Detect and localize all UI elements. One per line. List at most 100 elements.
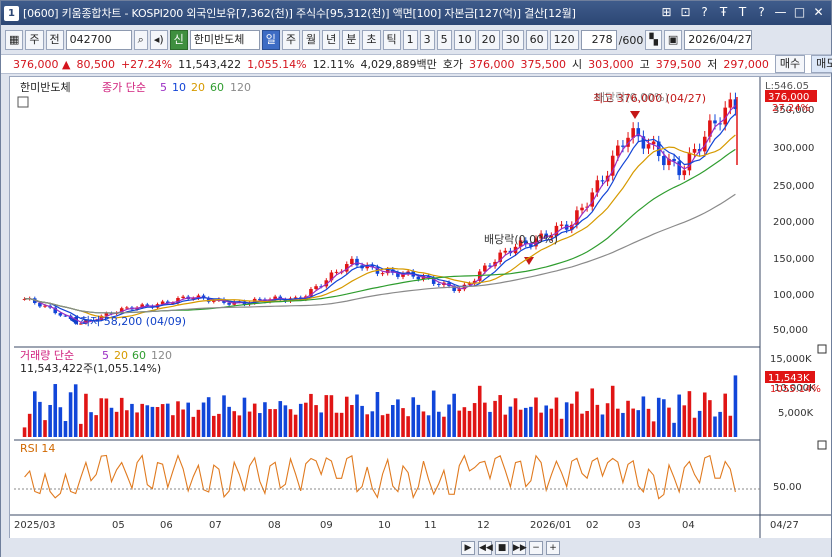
maximize-icon[interactable]: □: [791, 4, 808, 21]
pin-icon[interactable]: Ŧ: [715, 4, 732, 21]
volume-bar: [263, 402, 267, 437]
interval-120[interactable]: 120: [549, 30, 579, 50]
x-axis-label: 03: [628, 520, 641, 531]
tools-icon[interactable]: ▚: [645, 30, 662, 50]
interval-20[interactable]: 20: [477, 30, 500, 50]
stop-button[interactable]: ■: [495, 540, 509, 555]
scroll-left-button[interactable]: ▶: [461, 540, 475, 555]
period-week[interactable]: 주: [281, 30, 301, 50]
volume-bar: [513, 398, 518, 437]
mode-select-a[interactable]: 주: [25, 30, 44, 50]
volume-bar: [396, 399, 400, 437]
candle-body: [559, 224, 564, 226]
trade-amount: 4,029,889백만: [360, 58, 437, 71]
volume-bar: [288, 409, 293, 437]
x-axis-label: 04: [682, 520, 695, 531]
volume-bar: [94, 415, 98, 437]
title-bar[interactable]: 1 [0600] 키움종합차트 - KOSPI200 외국인보유[7,362(천…: [1, 1, 831, 25]
volume-bar: [227, 406, 231, 437]
zoom-out-button[interactable]: −: [529, 540, 543, 555]
volume-bar: [416, 404, 421, 437]
volume-bar: [534, 397, 538, 437]
volume-bar: [390, 405, 395, 437]
rewind-button[interactable]: ◀◀: [478, 540, 493, 555]
chart-area[interactable]: 한미반도체 종가 단순 5 10 20 60 120 L:546.05 350,…: [9, 76, 831, 539]
volume-bar: [79, 423, 83, 437]
text-icon[interactable]: T: [734, 4, 751, 21]
volume-bar: [452, 393, 456, 437]
minimize-icon[interactable]: —: [772, 4, 789, 21]
volume-bar: [181, 409, 185, 437]
volume-bar: [43, 420, 47, 437]
interval-30[interactable]: 30: [501, 30, 524, 50]
volume-bar: [488, 411, 492, 437]
x-axis-label: 08: [268, 520, 281, 531]
candlestick-chart[interactable]: 한미반도체 종가 단순 5 10 20 60 120 L:546.05 350,…: [10, 77, 831, 539]
sell-button[interactable]: 매도: [811, 55, 832, 73]
candle-body: [350, 258, 354, 265]
window-icon[interactable]: ⊡: [677, 4, 694, 21]
stock-code-input[interactable]: 042700: [65, 30, 132, 50]
forward-button[interactable]: ▶▶: [512, 540, 527, 555]
volume-bar: [385, 413, 390, 437]
volume-bar: [293, 414, 298, 437]
candle-body: [227, 302, 231, 305]
close-icon[interactable]: ✕: [810, 4, 827, 21]
interval-10[interactable]: 10: [453, 30, 476, 50]
sound-icon[interactable]: ◂): [149, 30, 168, 50]
interval-3[interactable]: 3: [419, 30, 435, 50]
volume-bar: [483, 402, 487, 437]
volume-bar: [27, 413, 32, 437]
turnover-percent: 12.11%: [312, 57, 355, 71]
count-input[interactable]: 278: [580, 30, 617, 50]
volume-bar: [222, 395, 226, 437]
period-day[interactable]: 일: [261, 30, 280, 50]
buy-button[interactable]: 매수: [774, 55, 806, 73]
volume-bar: [677, 394, 681, 437]
change-percent: +27.24%: [120, 57, 173, 71]
x-axis-label: 05: [112, 520, 125, 531]
period-year[interactable]: 년: [322, 30, 341, 50]
zoom-in-button[interactable]: +: [546, 540, 560, 555]
new-badge: 신: [169, 30, 188, 50]
period-second[interactable]: 초: [362, 30, 381, 50]
volume-bar: [549, 408, 554, 437]
volume-bar: [564, 402, 569, 437]
interval-5[interactable]: 5: [436, 30, 452, 50]
period-tick[interactable]: 틱: [382, 30, 401, 50]
volume-bar: [150, 406, 155, 437]
candle-body: [416, 276, 421, 280]
volume-bar: [651, 421, 656, 437]
save-icon[interactable]: ▣: [663, 30, 683, 50]
period-month[interactable]: 월: [302, 30, 321, 50]
price-yaxis-50000: 50,000: [773, 325, 808, 336]
period-minute[interactable]: 분: [342, 30, 361, 50]
volume-bar: [309, 393, 313, 437]
layout-icon[interactable]: ⊞: [658, 4, 675, 21]
vol-yaxis-15000k: 15,000K: [770, 354, 812, 365]
volume-bar: [672, 422, 676, 437]
mode-select-b[interactable]: 전: [45, 30, 64, 50]
chart-navigation: ▶ ◀◀ ■ ▶▶ − +: [1, 538, 831, 557]
menu-grid-icon[interactable]: ▦: [5, 30, 24, 50]
low-label: 저: [707, 58, 718, 71]
help-icon[interactable]: ?: [696, 4, 713, 21]
x-axis-label: 10: [378, 520, 391, 531]
date-input[interactable]: 2026/04/27: [684, 30, 753, 50]
candle-body: [457, 289, 462, 291]
low-price: 297,000: [723, 57, 769, 71]
volume-bar: [114, 411, 119, 437]
volume-bar: [196, 409, 201, 437]
question-icon[interactable]: ?: [753, 4, 770, 21]
candle-body: [258, 298, 262, 300]
search-icon[interactable]: ⌕: [133, 30, 148, 50]
interval-60[interactable]: 60: [525, 30, 548, 50]
volume-bar: [237, 415, 242, 437]
volume-bar: [667, 407, 671, 437]
ma-legend-20: 20: [191, 81, 205, 94]
volume-bar: [600, 414, 605, 437]
interval-1[interactable]: 1: [402, 30, 418, 50]
volume-bar: [692, 417, 697, 437]
volume-bar: [503, 414, 508, 437]
rsi-yaxis-50: 50.00: [773, 482, 802, 493]
